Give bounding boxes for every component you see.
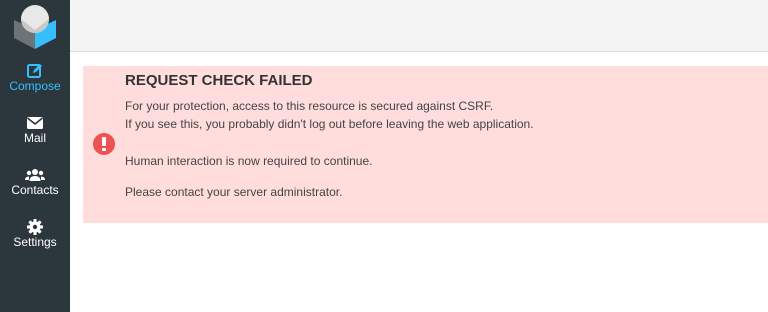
sidebar-item-label: Settings xyxy=(13,235,57,249)
top-header-bar xyxy=(70,0,768,52)
exclamation-circle-icon xyxy=(93,133,115,155)
error-title: REQUEST CHECK FAILED xyxy=(125,72,313,89)
sidebar-item-label: Contacts xyxy=(11,183,59,197)
sidebar: Compose Mail Contacts Settings xyxy=(0,0,70,312)
error-text-csrf: For your protection, access to this reso… xyxy=(125,99,494,113)
envelope-icon xyxy=(25,115,45,131)
sidebar-item-contacts[interactable]: Contacts xyxy=(0,161,70,205)
sidebar-item-label: Mail xyxy=(23,131,46,145)
sidebar-item-label: Compose xyxy=(9,79,61,93)
error-message-box: REQUEST CHECK FAILED For your protection… xyxy=(83,66,768,223)
sidebar-item-compose[interactable]: Compose xyxy=(0,57,70,101)
gear-icon xyxy=(25,219,45,235)
sidebar-item-mail[interactable]: Mail xyxy=(0,109,70,153)
compose-icon xyxy=(25,63,45,79)
sidebar-item-settings[interactable]: Settings xyxy=(0,213,70,257)
error-text-contact-admin: Please contact your server administrator… xyxy=(125,185,343,199)
error-text-logout: If you see this, you probably didn't log… xyxy=(125,117,534,131)
roundcube-logo-icon[interactable] xyxy=(10,2,60,50)
main-content: REQUEST CHECK FAILED For your protection… xyxy=(70,52,768,312)
error-text-interaction: Human interaction is now required to con… xyxy=(125,154,373,168)
users-icon xyxy=(25,167,45,183)
